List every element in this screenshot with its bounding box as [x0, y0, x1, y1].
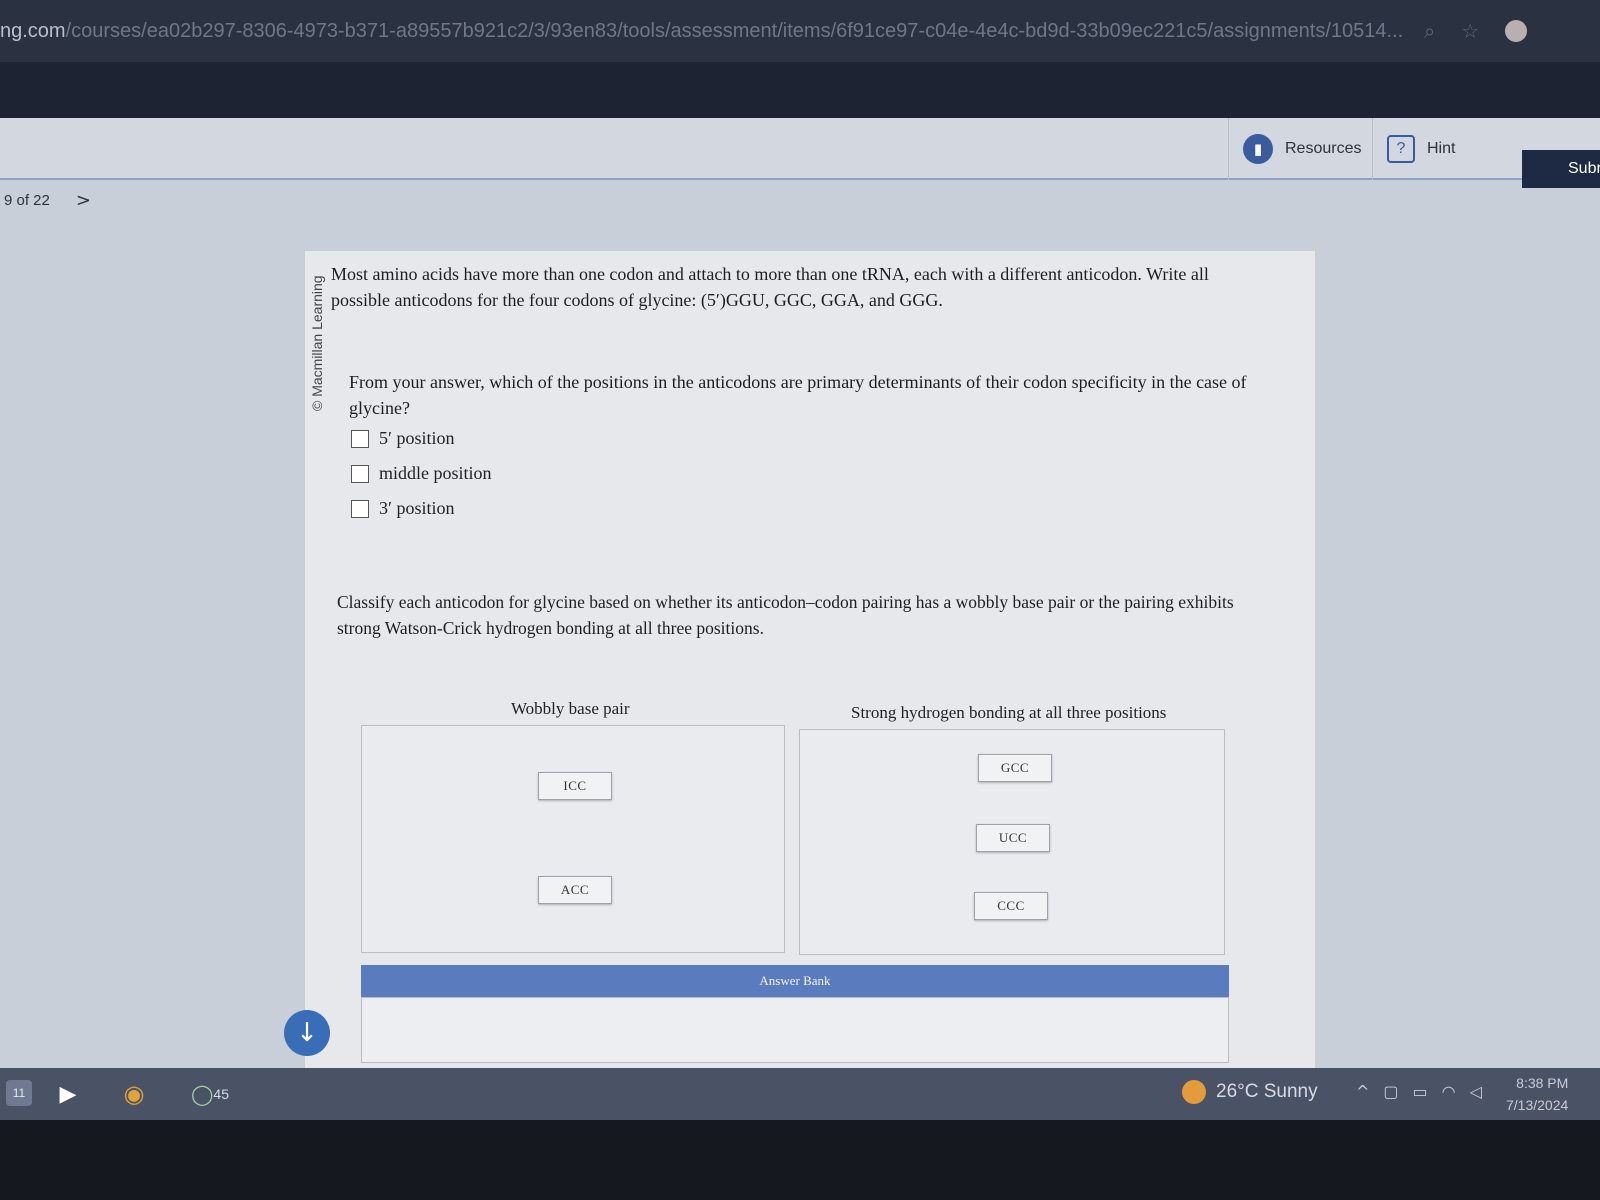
wifi-icon[interactable]: ◠	[1442, 1082, 1456, 1101]
strong-bin[interactable]: GCC UCC CCC	[799, 729, 1225, 955]
sun-icon	[1182, 1080, 1206, 1104]
position-options: 5′ position middle position 3′ position	[351, 421, 492, 526]
system-tray: ^ ▢ ▭ ◠ ◁	[1356, 1082, 1482, 1101]
hint-button[interactable]: ? Hint	[1372, 118, 1469, 180]
anticodon-chip-ucc[interactable]: UCC	[976, 824, 1050, 852]
url-text[interactable]: ng.com/courses/ea02b297-8306-4973-b371-a…	[0, 20, 1410, 43]
chat-count: 45	[213, 1086, 229, 1102]
checkbox-3-prime[interactable]	[351, 499, 369, 518]
next-question-chevron-icon[interactable]: >	[76, 190, 91, 211]
option-5-prime[interactable]: 5′ position	[351, 421, 492, 456]
question-text-3: Classify each anticodon for glycine base…	[337, 592, 1234, 638]
assessment-toolbar: ▮ Resources ? Hint	[0, 118, 1600, 180]
media-player-icon[interactable]: ▶	[50, 1076, 86, 1112]
url-path: /courses/ea02b297-8306-4973-b371-a89557b…	[65, 19, 1404, 42]
battery-icon[interactable]: ▭	[1413, 1082, 1428, 1101]
question-text-2: From your answer, which of the positions…	[349, 372, 1247, 418]
option-label: middle position	[379, 463, 492, 483]
chat-bubble-icon: ◯	[191, 1082, 214, 1106]
taskbar-badge[interactable]: 11	[6, 1080, 32, 1106]
weather-widget[interactable]: 26°C Sunny	[1182, 1080, 1318, 1104]
publisher-credit: © Macmillan Learning	[309, 275, 325, 411]
volume-icon[interactable]: ◁	[1470, 1082, 1482, 1101]
question-counter: 9 of 22	[4, 192, 50, 209]
wobbly-bin-label: Wobbly base pair	[511, 699, 630, 718]
anticodon-chip-acc[interactable]: ACC	[538, 876, 612, 904]
answer-bank-header: Answer Bank	[361, 965, 1229, 997]
anticodon-chip-gcc[interactable]: GCC	[978, 754, 1052, 782]
option-3-prime[interactable]: 3′ position	[351, 491, 492, 526]
clock[interactable]: 8:38 PM 7/13/2024	[1506, 1072, 1568, 1116]
anticodon-chip-ccc[interactable]: CCC	[974, 892, 1048, 920]
option-label: 3′ position	[379, 498, 455, 518]
submit-button[interactable]: Subr	[1522, 150, 1600, 188]
option-label: 5′ position	[379, 428, 455, 448]
meet-now-icon[interactable]: ▢	[1383, 1082, 1398, 1101]
wobbly-bin[interactable]: ICC ACC	[361, 725, 785, 953]
os-taskbar: 11 ▶ ◉ ◯ 45 26°C Sunny ^ ▢ ▭ ◠ ◁ 8:38 PM …	[0, 1068, 1600, 1120]
checkbox-5-prime[interactable]	[351, 429, 369, 448]
anticodon-chip-icc[interactable]: ICC	[538, 772, 612, 800]
chat-app-icon[interactable]: ◯ 45	[180, 1076, 240, 1112]
weather-text: 26°C Sunny	[1216, 1081, 1318, 1102]
chevron-up-icon[interactable]: ^	[1356, 1082, 1369, 1101]
zoom-icon[interactable]: ⌕	[1424, 19, 1435, 43]
browser-icons: ⌕ ☆	[1424, 19, 1528, 43]
question-pager: 9 of 22 >	[4, 190, 91, 211]
resources-label: Resources	[1285, 140, 1362, 157]
clock-date: 7/13/2024	[1506, 1097, 1569, 1113]
strong-bin-label: Strong hydrogen bonding at all three pos…	[851, 703, 1167, 722]
question-panel: © Macmillan Learning Most amino acids ha…	[304, 250, 1316, 1070]
question-mark-icon: ?	[1387, 135, 1415, 163]
extension-icon[interactable]	[1505, 20, 1528, 42]
book-icon: ▮	[1243, 134, 1273, 164]
browser-app-icon[interactable]: ◉	[116, 1076, 152, 1112]
bookmark-star-icon[interactable]: ☆	[1461, 19, 1479, 43]
hint-label: Hint	[1427, 140, 1456, 157]
answer-bank[interactable]	[361, 997, 1229, 1063]
url-host: ng.com	[0, 19, 66, 42]
screen-bezel	[0, 1120, 1600, 1200]
clock-time: 8:38 PM	[1516, 1075, 1569, 1091]
assessment-page: ▮ Resources ? Hint Subr 9 of 22 > © Macm…	[0, 118, 1600, 1070]
scroll-down-arrow-icon[interactable]: ↓	[284, 1010, 330, 1056]
browser-tab-strip	[0, 62, 1600, 118]
question-text-1: Most amino acids have more than one codo…	[331, 264, 1209, 310]
browser-address-bar[interactable]: ng.com/courses/ea02b297-8306-4973-b371-a…	[0, 0, 1600, 62]
resources-button[interactable]: ▮ Resources	[1228, 118, 1375, 180]
checkbox-middle[interactable]	[351, 464, 369, 483]
option-middle[interactable]: middle position	[351, 456, 492, 491]
